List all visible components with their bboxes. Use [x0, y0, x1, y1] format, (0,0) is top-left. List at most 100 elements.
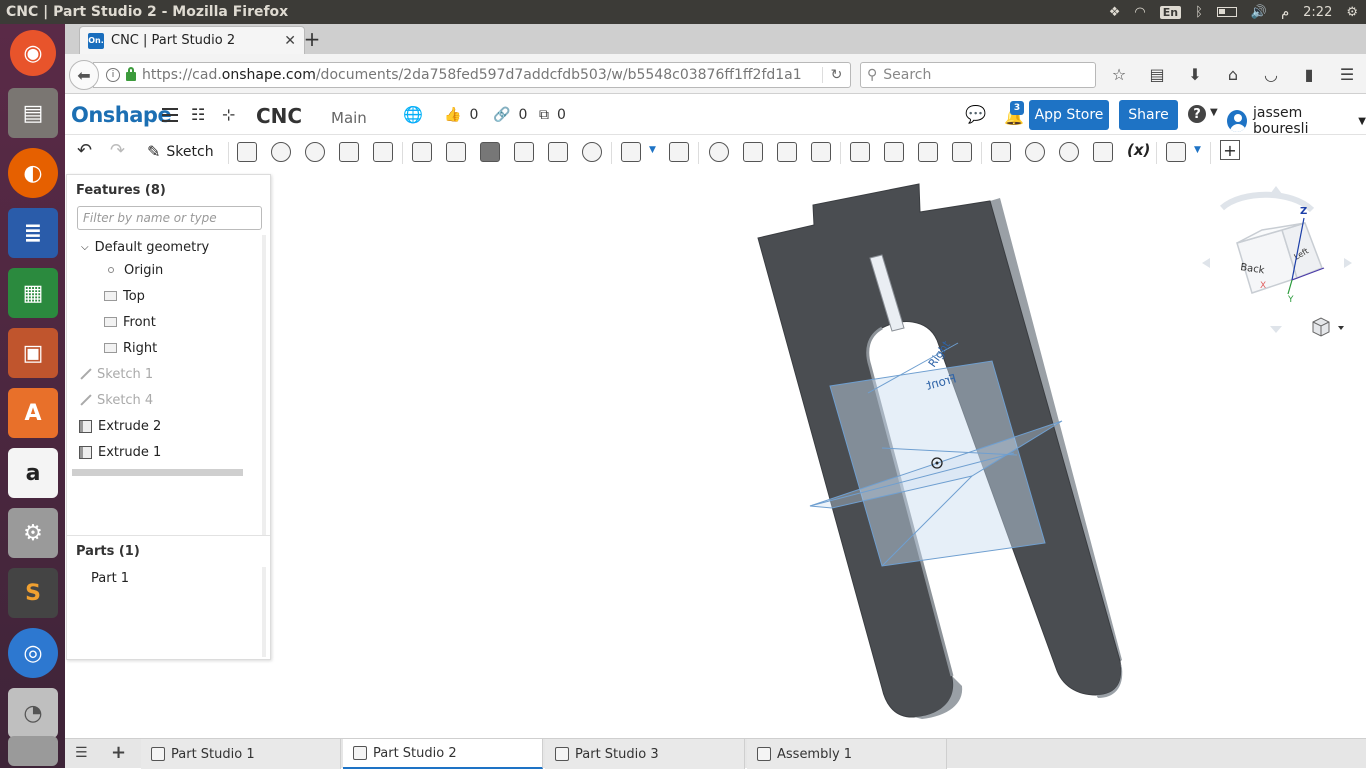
back-button[interactable]: ⬅: [69, 60, 99, 90]
feature-extrude-1[interactable]: Extrude 1: [79, 442, 161, 462]
custom-features-dropdown-icon[interactable]: ▼: [1194, 145, 1201, 155]
likes-counter[interactable]: 👍 0: [444, 107, 478, 123]
bookmark-star-icon[interactable]: ☆: [1107, 62, 1131, 86]
help-icon[interactable]: ?: [1188, 105, 1206, 123]
fillet-icon[interactable]: [412, 142, 432, 162]
thicken-icon[interactable]: [373, 142, 393, 162]
document-title[interactable]: CNC: [256, 104, 302, 128]
tab-manager-icon[interactable]: ☰: [75, 745, 88, 761]
sublime-icon[interactable]: S: [8, 568, 58, 618]
chromium-icon[interactable]: ◎: [8, 628, 58, 678]
onshape-logo[interactable]: Onshape: [71, 103, 172, 127]
reading-list-icon[interactable]: ▤: [1145, 62, 1169, 86]
pattern-dropdown-icon[interactable]: ▼: [649, 145, 656, 155]
import-icon[interactable]: [1093, 142, 1113, 162]
graphics-viewport[interactable]: Front Right Back Left Z X Y: [272, 168, 1366, 738]
part-list-item[interactable]: Part 1: [91, 571, 129, 586]
pattern-icon[interactable]: [621, 142, 641, 162]
clock[interactable]: 2:22: [1303, 5, 1332, 20]
app-store-button[interactable]: App Store: [1029, 100, 1109, 130]
rib-icon[interactable]: [514, 142, 534, 162]
extension-icon[interactable]: ▮: [1297, 62, 1321, 86]
replace-face-icon[interactable]: [952, 142, 972, 162]
transform-icon[interactable]: [777, 142, 797, 162]
draft-icon[interactable]: [480, 142, 500, 162]
insert-icon[interactable]: ⊹: [222, 105, 235, 124]
chamfer-icon[interactable]: [446, 142, 466, 162]
feature-studio-icon[interactable]: [1166, 142, 1186, 162]
software-center-icon[interactable]: A: [8, 388, 58, 438]
site-info-icon[interactable]: i: [106, 68, 120, 82]
ubuntu-dash-icon[interactable]: ◉: [10, 30, 56, 76]
search-input[interactable]: ⚲ Search: [860, 62, 1096, 88]
undo-icon[interactable]: ↶: [77, 140, 92, 161]
delete-face-icon[interactable]: [884, 142, 904, 162]
calc-icon[interactable]: ▦: [8, 268, 58, 318]
gear-icon[interactable]: ⚙: [1346, 5, 1358, 20]
add-custom-feature-icon[interactable]: +: [1220, 140, 1240, 160]
mate-connector-icon[interactable]: [1059, 142, 1079, 162]
new-tab-button[interactable]: +: [299, 27, 325, 51]
redo-icon[interactable]: ↷: [110, 140, 125, 161]
view-options-icon[interactable]: [1312, 317, 1344, 337]
reload-icon[interactable]: ↻: [822, 67, 850, 83]
menu-icon[interactable]: ☰: [1335, 62, 1359, 86]
model-view[interactable]: Front Right Back Left Z X Y: [272, 168, 1366, 738]
document-menu-icon[interactable]: [162, 108, 178, 122]
wifi-icon[interactable]: ◠: [1134, 5, 1145, 20]
url-text[interactable]: https://cad.onshape.com/documents/2da758…: [142, 67, 816, 83]
writer-icon[interactable]: ≣: [8, 208, 58, 258]
notifications-bell[interactable]: 🔔 3: [1004, 101, 1024, 126]
browser-tab[interactable]: On. CNC | Part Studio 2 ✕: [79, 26, 305, 54]
loft-icon[interactable]: [339, 142, 359, 162]
split-icon[interactable]: [743, 142, 763, 162]
parts-scrollbar[interactable]: [262, 567, 266, 657]
url-bar[interactable]: i https://cad.onshape.com/documents/2da7…: [93, 62, 851, 88]
tab-part-studio-2[interactable]: Part Studio 2: [343, 739, 543, 769]
helix-icon[interactable]: [1025, 142, 1045, 162]
boolean-icon[interactable]: [709, 142, 729, 162]
tab-part-studio-1[interactable]: Part Studio 1: [141, 739, 341, 769]
feature-right-plane[interactable]: Right: [104, 338, 157, 358]
files-icon[interactable]: ▤: [8, 88, 58, 138]
add-tab-button[interactable]: +: [111, 742, 126, 763]
disk-icon[interactable]: ◔: [8, 688, 58, 738]
keyboard-layout-indicator[interactable]: En: [1159, 5, 1182, 19]
firefox-icon[interactable]: ◐: [8, 148, 58, 198]
volume-icon[interactable]: 🔊: [1251, 5, 1267, 20]
feature-extrude-2[interactable]: Extrude 2: [79, 416, 161, 436]
chevron-down-icon[interactable]: ⌵: [81, 242, 89, 253]
horizontal-scrollbar[interactable]: [72, 469, 243, 476]
dropbox-icon[interactable]: ❖: [1109, 5, 1121, 20]
shell-icon[interactable]: [548, 142, 568, 162]
feature-front-plane[interactable]: Front: [104, 312, 156, 332]
feature-sketch-1[interactable]: Sketch 1: [79, 364, 153, 384]
system-settings-icon[interactable]: ⚙: [8, 508, 58, 558]
home-icon[interactable]: ⌂: [1221, 62, 1245, 86]
mirror-icon[interactable]: [669, 142, 689, 162]
extrude-icon[interactable]: [237, 142, 257, 162]
sketch-button[interactable]: ✎ Sketch: [147, 142, 214, 161]
vertical-scrollbar[interactable]: [262, 235, 266, 535]
move-face-icon[interactable]: [918, 142, 938, 162]
pocket-icon[interactable]: ◡: [1259, 62, 1283, 86]
branch-name[interactable]: Main: [331, 109, 367, 127]
default-geometry-group[interactable]: ⌵ Default geometry: [81, 237, 209, 257]
downloads-icon[interactable]: ⬇: [1183, 62, 1207, 86]
amazon-icon[interactable]: a: [8, 448, 58, 498]
plane-icon[interactable]: [991, 142, 1011, 162]
hole-icon[interactable]: [582, 142, 602, 162]
feature-top-plane[interactable]: Top: [104, 286, 145, 306]
revolve-icon[interactable]: [271, 142, 291, 162]
help-dropdown-icon[interactable]: ▼: [1210, 107, 1218, 118]
impress-icon[interactable]: ▣: [8, 328, 58, 378]
copies-counter[interactable]: ⧉ 0: [539, 107, 566, 123]
share-button[interactable]: Share: [1119, 100, 1178, 130]
comments-icon[interactable]: 💬: [965, 105, 986, 125]
feature-origin[interactable]: Origin: [104, 260, 163, 280]
feature-list-icon[interactable]: ☷: [191, 105, 205, 124]
links-counter[interactable]: 🔗 0: [493, 107, 527, 123]
modify-fillet-icon[interactable]: [850, 142, 870, 162]
user-menu[interactable]: jassem bouresli ▼: [1227, 105, 1366, 137]
feature-sketch-4[interactable]: Sketch 4: [79, 390, 153, 410]
